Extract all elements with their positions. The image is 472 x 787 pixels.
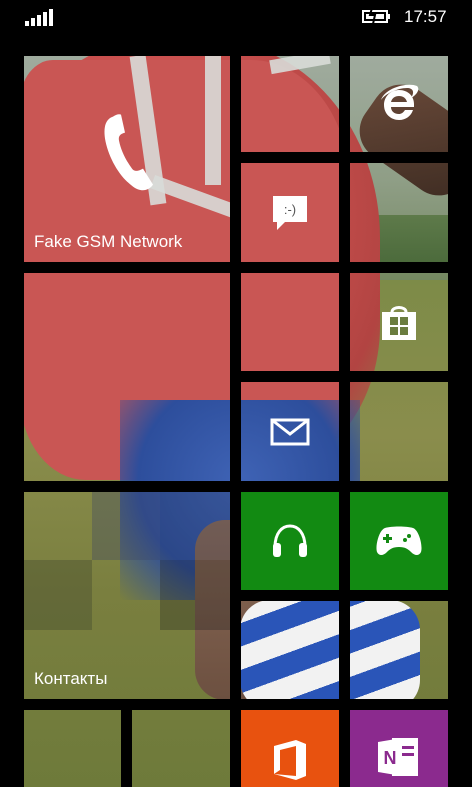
people-tile-photo <box>24 560 92 630</box>
people-tile-label: Контакты <box>34 669 108 688</box>
onenote-icon: N <box>378 738 418 776</box>
store-tile[interactable] <box>350 273 448 371</box>
photo-tile-5[interactable] <box>241 601 339 699</box>
xbox-controller-icon <box>376 526 422 555</box>
tile-gap <box>0 699 472 710</box>
office-tile[interactable] <box>241 710 339 787</box>
store-icon <box>382 306 416 340</box>
battery-charging-icon <box>362 8 390 24</box>
photo-tile[interactable] <box>241 56 339 152</box>
photo-tile-4[interactable] <box>350 382 448 481</box>
tile-gap <box>0 481 472 492</box>
messaging-tile[interactable]: :-) <box>241 163 339 262</box>
svg-text:N: N <box>384 748 397 768</box>
signal-bars-icon <box>25 8 55 26</box>
photo-tile-3[interactable] <box>241 273 339 371</box>
music-tile[interactable] <box>241 492 339 590</box>
photo-tile-6[interactable] <box>350 601 448 699</box>
messaging-icon: :-) <box>273 195 307 230</box>
status-bar: 17:57 <box>0 0 472 34</box>
phone-tile[interactable]: Fake GSM Network <box>24 56 230 262</box>
tile-gap <box>230 34 241 787</box>
photo-tile-8[interactable] <box>132 710 230 787</box>
people-tile-photo <box>160 560 230 630</box>
photo-tile-2[interactable] <box>350 163 448 262</box>
phone-icon <box>104 114 153 191</box>
tile-gap <box>448 34 472 787</box>
internet-explorer-tile[interactable] <box>350 56 448 152</box>
headphones-icon <box>273 524 307 557</box>
tile-gap <box>230 590 472 601</box>
tile-gap <box>230 371 472 382</box>
tile-gap <box>0 262 472 273</box>
people-tile[interactable]: Контакты <box>24 492 230 699</box>
tile-gap <box>121 700 132 787</box>
people-tile-photo <box>92 492 160 560</box>
mail-icon <box>270 418 310 445</box>
office-icon <box>274 740 306 780</box>
svg-text::-): :-) <box>284 202 296 217</box>
photos-hub-tile[interactable] <box>24 273 230 481</box>
tile-gap <box>339 34 350 787</box>
internet-explorer-icon <box>381 84 419 120</box>
tile-gap <box>0 34 24 787</box>
onenote-tile[interactable]: N <box>350 710 448 787</box>
xbox-tile[interactable] <box>350 492 448 590</box>
mail-tile[interactable] <box>241 382 339 481</box>
photo-tile-7[interactable] <box>24 710 121 787</box>
tile-gap <box>230 152 472 163</box>
clock-time: 17:57 <box>404 7 447 26</box>
phone-tile-label: Fake GSM Network <box>34 232 183 251</box>
people-tile-photo <box>160 492 230 560</box>
